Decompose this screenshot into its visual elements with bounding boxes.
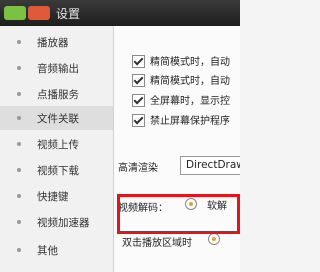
sidebar-item-label: 文件关联 xyxy=(37,113,79,125)
checkbox-compact-auto-2[interactable] xyxy=(132,74,145,87)
title-bar: 设置 xyxy=(0,0,240,26)
bullet-icon xyxy=(17,248,21,252)
sidebar-item-label: 播放器 xyxy=(37,37,69,49)
sidebar-item-video-upload[interactable]: 视频上传 xyxy=(0,132,113,156)
bullet-icon xyxy=(17,66,21,70)
checkbox-fullscreen-controls[interactable] xyxy=(132,94,145,107)
sidebar-item-shortcuts[interactable]: 快捷键 xyxy=(0,184,113,208)
bullet-icon xyxy=(17,220,21,224)
settings-panel: 精简模式时，自动 精简模式时，自动 全屏幕时，显示控 禁止屏幕保护程序 高清渲染… xyxy=(114,26,240,272)
sidebar-item-label: 视频下载 xyxy=(37,165,79,177)
bullet-icon xyxy=(17,116,21,120)
highlight-box xyxy=(117,194,240,234)
render-select[interactable]: DirectDraw xyxy=(180,156,240,175)
sidebar-item-label: 点播服务 xyxy=(37,89,79,101)
sidebar-item-audio-output[interactable]: 音频输出 xyxy=(0,56,113,80)
sidebar-item-label: 其他 xyxy=(37,245,58,257)
bullet-icon xyxy=(17,92,21,96)
checkbox-disable-screensaver[interactable] xyxy=(132,114,145,127)
sidebar-item-label: 视频上传 xyxy=(37,139,79,151)
sidebar-item-label: 快捷键 xyxy=(37,191,69,203)
brand-logo-icon xyxy=(28,6,50,20)
app-logo-icon xyxy=(4,6,26,20)
sidebar-item-file-association[interactable]: 文件关联 xyxy=(0,106,113,130)
double-click-option-radio[interactable] xyxy=(208,233,220,245)
bullet-icon xyxy=(17,40,21,44)
sidebar-item-label: 音频输出 xyxy=(37,63,79,75)
bullet-icon xyxy=(17,142,21,146)
sidebar-item-player[interactable]: 播放器 xyxy=(0,30,113,54)
sidebar-item-video-accelerator[interactable]: 视频加速器 xyxy=(0,210,113,234)
checkbox-label: 精简模式时，自动 xyxy=(150,76,230,87)
settings-sidebar: 播放器 音频输出 点播服务 文件关联 视频上传 视频下载 快捷键 视频加速器 其… xyxy=(0,26,114,272)
sidebar-item-vod-service[interactable]: 点播服务 xyxy=(0,82,113,106)
bullet-icon xyxy=(17,194,21,198)
sidebar-item-label: 视频加速器 xyxy=(37,217,90,229)
checkbox-label: 全屏幕时，显示控 xyxy=(150,96,230,107)
checkbox-label: 禁止屏幕保护程序 xyxy=(150,116,230,127)
window-title: 设置 xyxy=(56,7,81,21)
double-click-label: 双击播放区域时 xyxy=(122,238,192,249)
render-label: 高清渲染 xyxy=(118,163,158,174)
bullet-icon xyxy=(17,168,21,172)
checkbox-label: 精简模式时，自动 xyxy=(150,57,230,68)
checkbox-compact-auto-1[interactable] xyxy=(132,55,145,68)
sidebar-item-other[interactable]: 其他 xyxy=(0,238,113,262)
sidebar-item-video-download[interactable]: 视频下载 xyxy=(0,158,113,182)
